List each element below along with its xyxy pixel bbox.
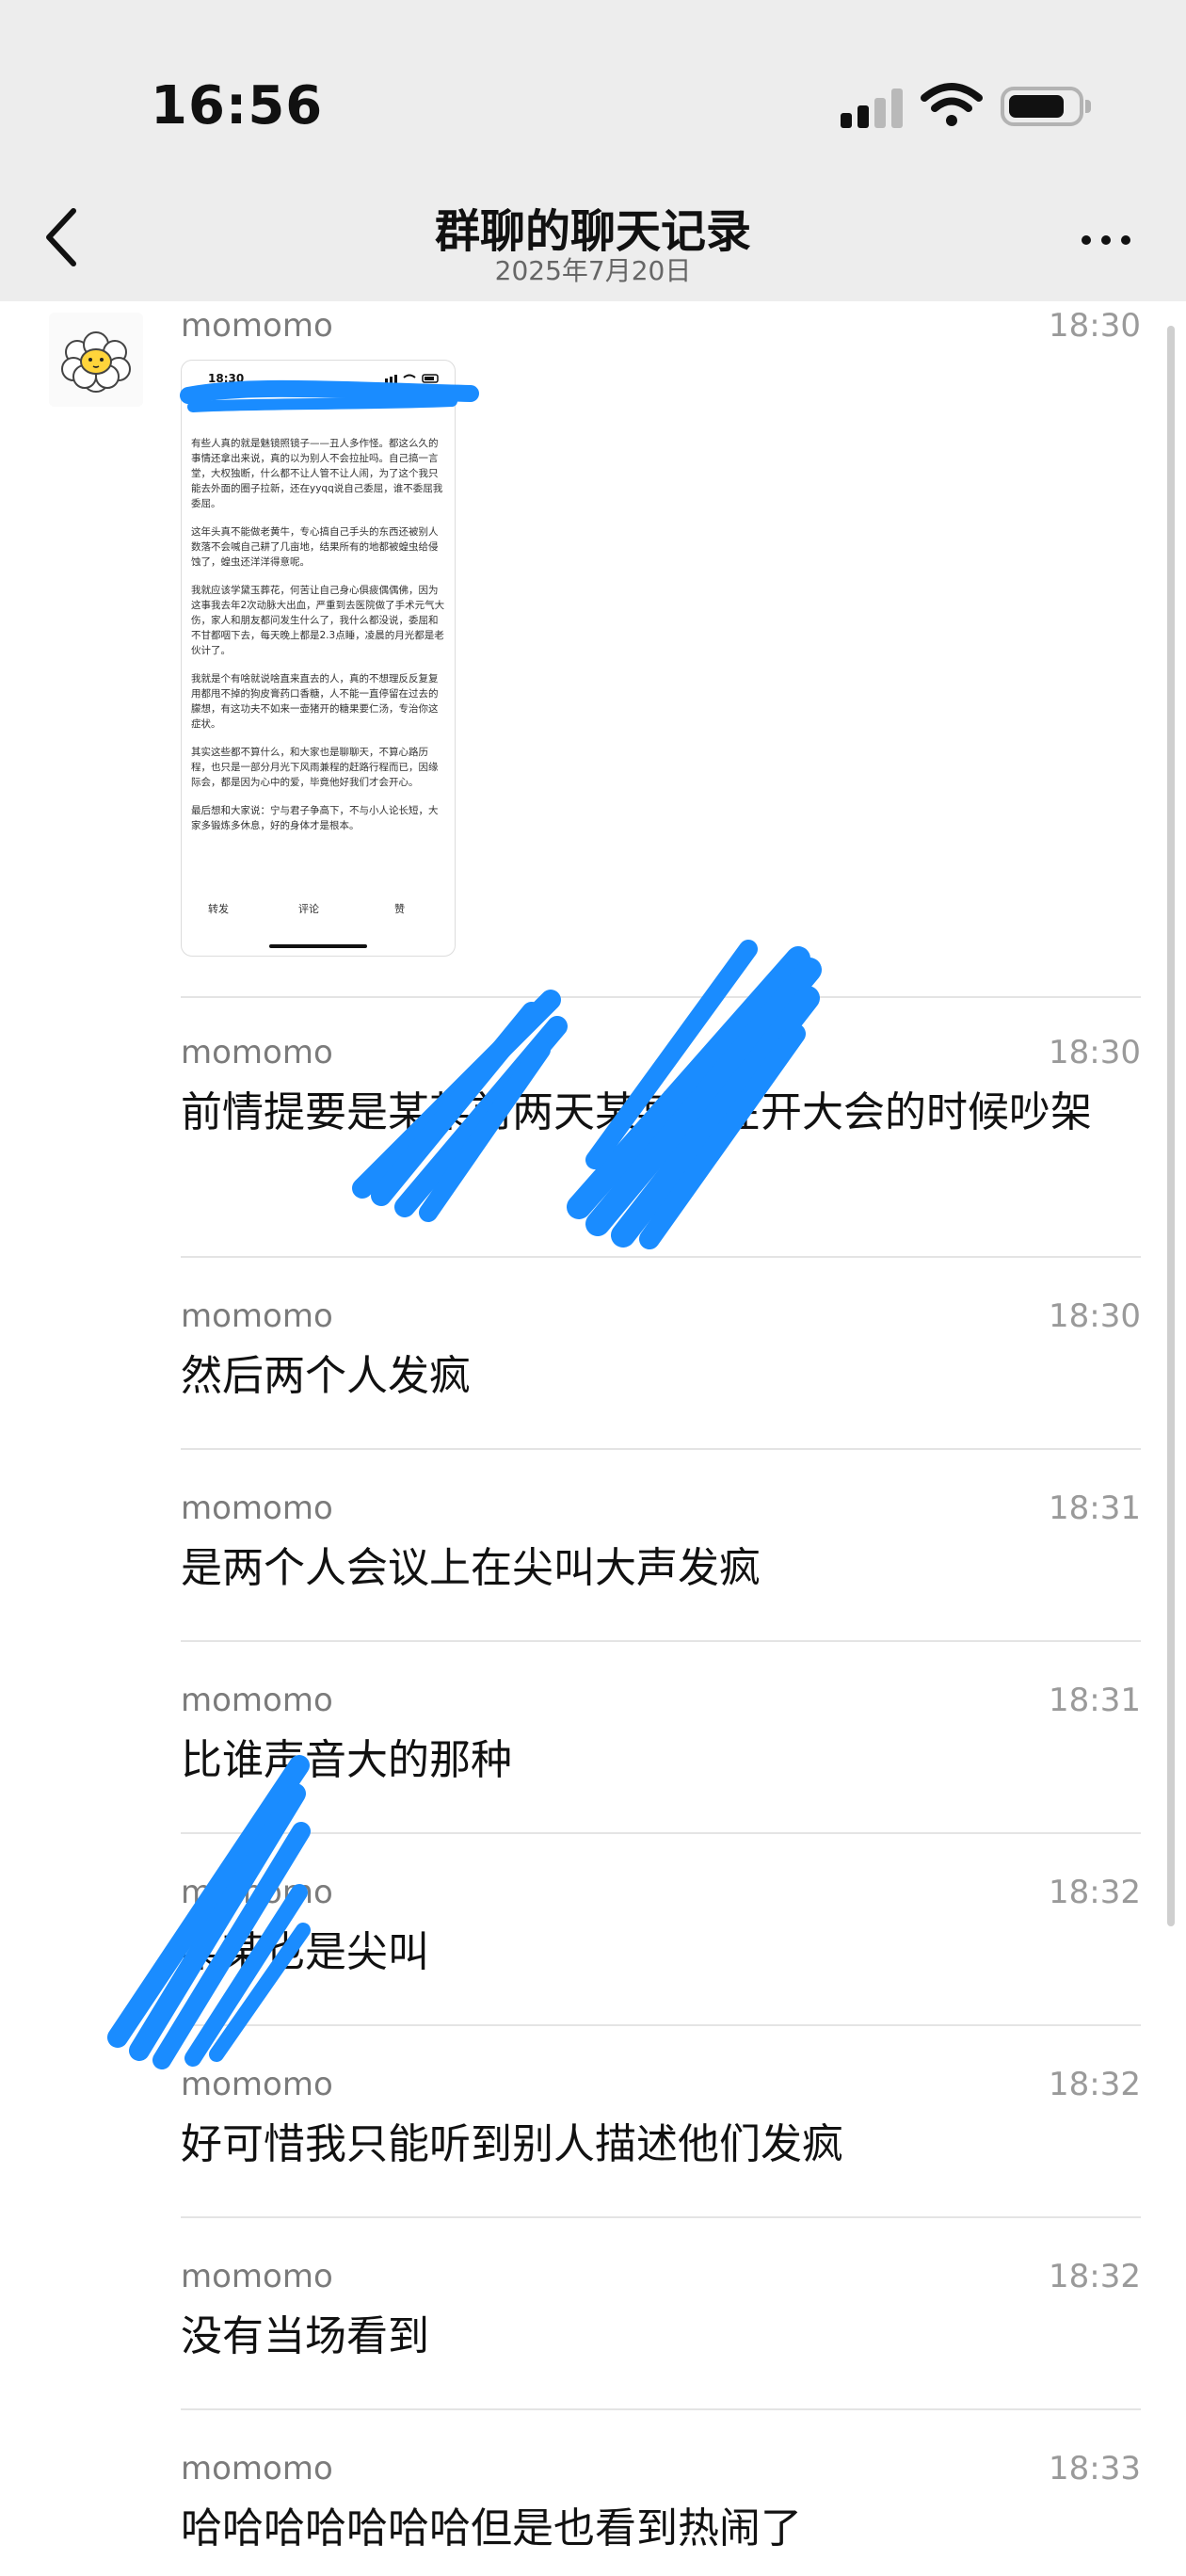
message-sender: momomo — [181, 1489, 333, 1527]
message-sender: momomo — [181, 2450, 333, 2487]
message-sender: momomo — [181, 1682, 333, 1719]
message-time: 18:31 — [1049, 1489, 1141, 1527]
message-item: momomo 18:30 然后两个人发疯 — [181, 1297, 1141, 1410]
message-time: 18:33 — [1049, 2450, 1141, 2487]
message-item: momomo 18:33 哈哈哈哈哈哈哈但是也看到热闹了 — [181, 2450, 1141, 2572]
top-bar: 16:56 群聊的聊天记录 2025年7月20日 — [0, 0, 1186, 301]
signal-icon — [841, 87, 903, 128]
message-sender: momomo — [181, 1034, 333, 1071]
message-sender: momomo — [181, 2066, 333, 2103]
status-time: 16:56 — [151, 75, 324, 137]
page-date: 2025年7月20日 — [494, 255, 692, 286]
message-sender: momomo — [181, 307, 333, 345]
avatar-sheep-icon[interactable] — [49, 313, 143, 407]
message-item: momomo 18:32 某某也是尖叫 — [181, 1874, 1141, 1987]
screenshot-like-label: 赞 — [394, 903, 405, 915]
divider — [181, 996, 1141, 998]
message-time: 18:32 — [1049, 2258, 1141, 2295]
screenshot-paragraph: 我就是个有啥就说啥直来直去的人，真的不想理反反复复用都甩不掉的狗皮膏药口香糖，人… — [191, 673, 439, 730]
screenshot-paragraph: 其实这些都不算什么，和大家也是聊聊天，不算心路历程，也只是一部分月光下风雨兼程的… — [191, 747, 439, 788]
message-text: 没有当场看到 — [181, 2312, 429, 2360]
message-time: 18:31 — [1049, 1682, 1141, 1719]
message-sender: momomo — [181, 2258, 333, 2295]
divider — [181, 2024, 1141, 2026]
message-item: momomo 18:30 前情提要是某某前两天某某某在开大会的时候吵架 — [181, 1034, 1141, 1203]
divider — [181, 2408, 1141, 2410]
screenshot-share-label: 转发 — [208, 903, 229, 915]
message-text: 某某也是尖叫 — [181, 1928, 429, 1976]
wifi-icon — [921, 83, 983, 126]
message-item: momomo 18:32 没有当场看到 — [181, 2258, 1141, 2371]
screenshot-paragraph: 有些人真的就是魅镜照镜子——丑人多作怪。都这么久的事情还拿出来说，真的以为别人不… — [191, 438, 443, 509]
screenshot-paragraph: 最后想和大家说：宁与君子争高下，不与小人论长短，大家多锻炼多休息，好的身体才是根… — [191, 805, 439, 831]
screenshot-home-indicator — [269, 944, 367, 948]
scrollbar[interactable] — [1167, 326, 1175, 1926]
message-text: 然后两个人发疯 — [181, 1352, 471, 1400]
message-time: 18:30 — [1049, 307, 1141, 345]
message-sender: momomo — [181, 1297, 333, 1335]
divider — [181, 2216, 1141, 2218]
divider — [181, 1256, 1141, 1258]
message-item: momomo 18:30 — [181, 307, 1141, 363]
message-sender: momomo — [181, 1874, 333, 1911]
more-dots-icon[interactable] — [1078, 226, 1134, 254]
message-text: 是两个人会议上在尖叫大声发疯 — [181, 1544, 761, 1592]
message-text: 好可惜我只能听到别人描述他们发疯 — [181, 2120, 843, 2168]
message-time: 18:30 — [1049, 1034, 1141, 1071]
divider — [181, 1640, 1141, 1642]
divider — [181, 1448, 1141, 1450]
redaction-scribbles — [107, 379, 822, 2069]
message-item: momomo 18:32 好可惜我只能听到别人描述他们发疯 — [181, 2066, 1141, 2179]
screenshot-text: 有些人真的就是魅镜照镜子——丑人多作怪。都这么久的事情还拿出来说，真的以为别人不… — [191, 436, 445, 846]
message-text: 前情提要是某某前两天某某某在开大会的时候吵架 — [181, 1088, 1092, 1136]
message-time: 18:32 — [1049, 1874, 1141, 1911]
screenshot-paragraph: 这年头真不能做老黄牛，专心搞自己手头的东西还被别人数落不会喊自己耕了几亩地，结果… — [191, 526, 439, 568]
divider — [181, 1832, 1141, 1834]
screenshot-action-bar: 转发 评论 赞 — [182, 901, 455, 924]
message-item: momomo 18:31 比谁声音大的那种 — [181, 1682, 1141, 1795]
screenshot-paragraph: 我就应该学黛玉葬花，何苦让自己身心俱疲偶偶佛，因为这事我去年2次动脉大出血，严重… — [191, 585, 445, 656]
message-text: 比谁声音大的那种 — [181, 1736, 512, 1784]
shared-screenshot-image[interactable]: 18:30 有些人真的就是魅镜照镜子——丑人多作怪。都这么久的事情还拿出来说，真… — [181, 360, 456, 957]
message-time: 18:30 — [1049, 1297, 1141, 1335]
message-time: 18:32 — [1049, 2066, 1141, 2103]
battery-icon — [1001, 87, 1091, 126]
screenshot-comment-label: 评论 — [298, 903, 319, 915]
screenshot-status-icons — [385, 374, 439, 383]
message-item: momomo 18:31 是两个人会议上在尖叫大声发疯 — [181, 1489, 1141, 1602]
message-text: 哈哈哈哈哈哈哈但是也看到热闹了 — [181, 2504, 802, 2552]
screenshot-status-time: 18:30 — [208, 372, 245, 385]
